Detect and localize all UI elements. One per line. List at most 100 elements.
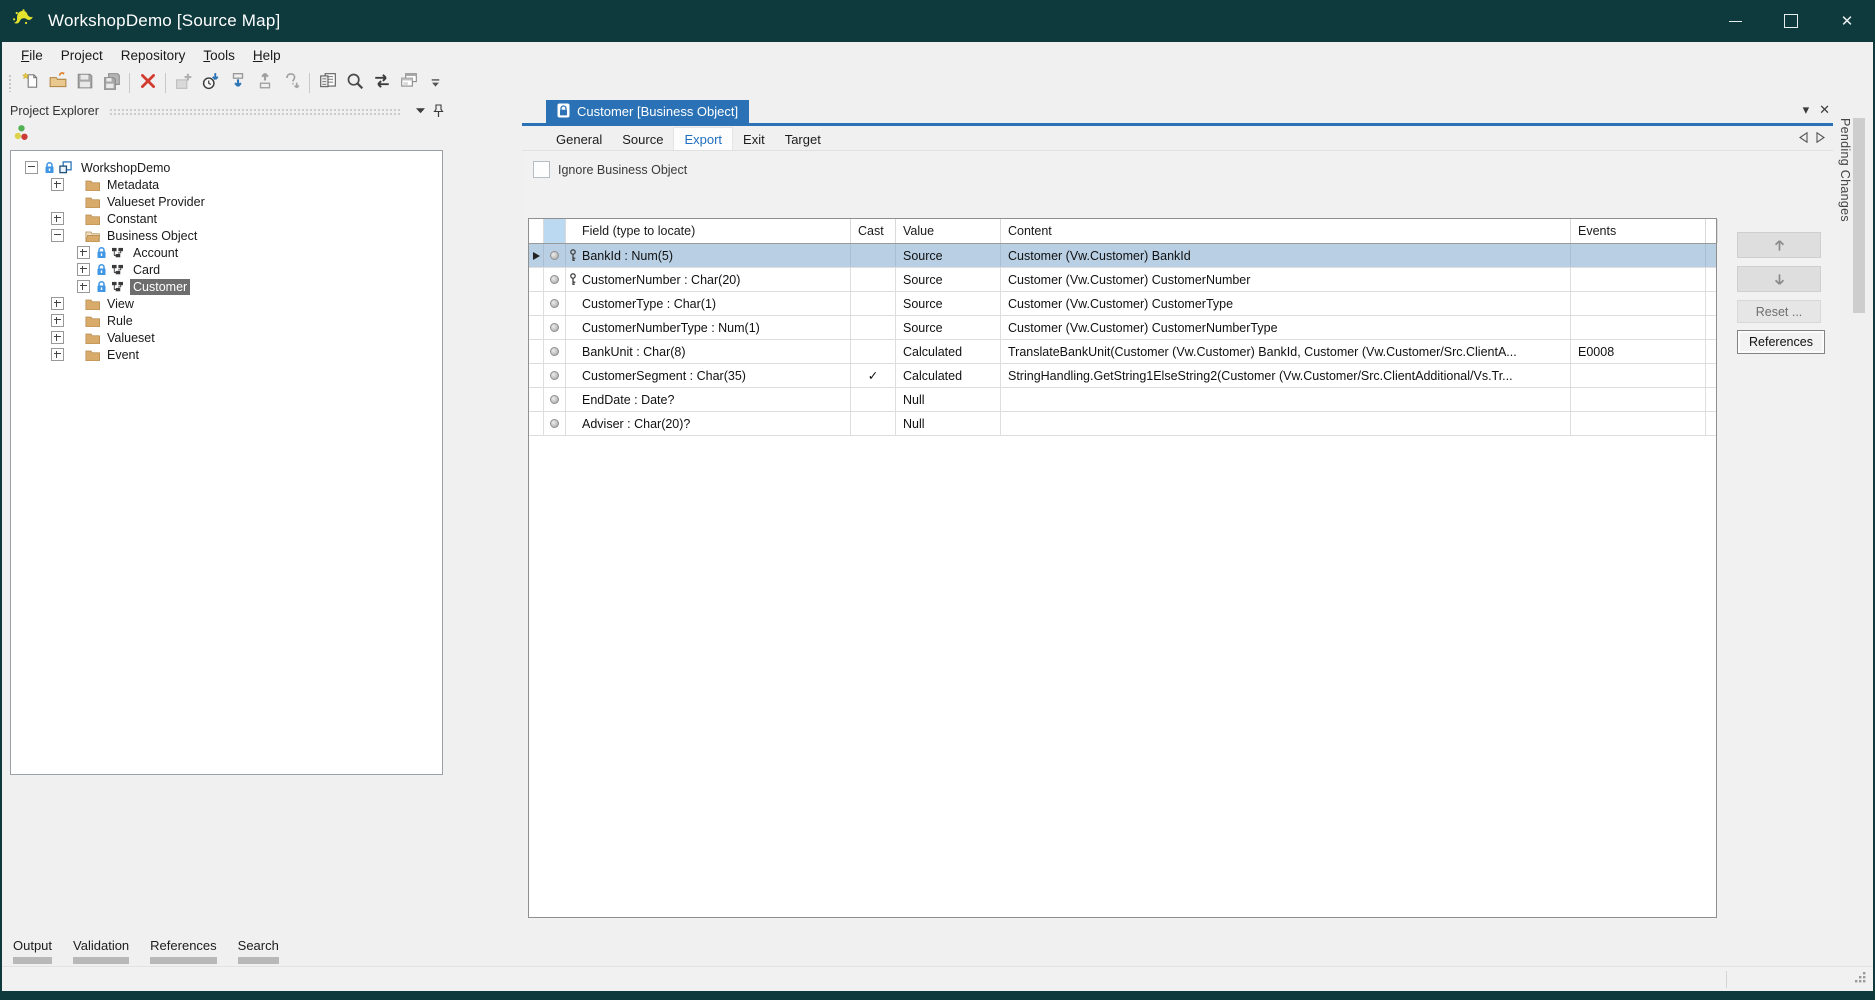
content-cell[interactable]: Customer (Vw.Customer) CustomerType	[1001, 292, 1571, 315]
column-header-cast[interactable]: Cast	[851, 219, 896, 243]
events-cell[interactable]: E0008	[1571, 340, 1706, 363]
value-cell[interactable]: Source	[896, 292, 1001, 315]
cast-cell[interactable]	[851, 316, 896, 339]
bottom-tab-output[interactable]: Output	[13, 938, 52, 964]
events-cell[interactable]	[1571, 244, 1706, 267]
delete-button[interactable]	[134, 71, 161, 96]
field-cell[interactable]: CustomerNumber : Char(20)	[566, 268, 851, 291]
column-header-events[interactable]: Events	[1571, 219, 1706, 243]
grid-row[interactable]: CustomerNumber : Char(20) SourceCustomer …	[529, 268, 1716, 292]
cast-cell[interactable]	[851, 340, 896, 363]
events-cell[interactable]	[1571, 268, 1706, 291]
events-cell[interactable]	[1571, 412, 1706, 435]
ignore-business-object-checkbox[interactable]	[533, 161, 550, 178]
panel-menu-button[interactable]	[411, 101, 429, 121]
grid-row[interactable]: EndDate : Date? Null	[529, 388, 1716, 412]
reset-button[interactable]: Reset ...	[1737, 300, 1821, 323]
tab-list-button[interactable]: ▾	[1803, 102, 1810, 118]
save-button[interactable]	[71, 71, 98, 96]
tree-item-metadata[interactable]: Metadata	[11, 176, 442, 193]
tree-expander-plus[interactable]	[77, 280, 90, 293]
vertical-scrollbar[interactable]	[1852, 100, 1866, 920]
checkin-clock-button[interactable]	[197, 71, 224, 96]
properties-button[interactable]	[314, 71, 341, 96]
value-cell[interactable]: Source	[896, 244, 1001, 267]
move-up-button[interactable]	[1737, 232, 1821, 258]
grid-row[interactable]: Adviser : Char(20)? Null	[529, 412, 1716, 436]
checkin-up-button[interactable]	[251, 71, 278, 96]
menu-project[interactable]: Project	[52, 45, 112, 66]
tree-item-rule[interactable]: Rule	[11, 312, 442, 329]
content-cell[interactable]: Customer (Vw.Customer) CustomerNumber	[1001, 268, 1571, 291]
cast-cell[interactable]	[851, 412, 896, 435]
close-button[interactable]: ✕	[1819, 0, 1875, 42]
field-cell[interactable]: Adviser : Char(20)?	[566, 412, 851, 435]
tree-item-event[interactable]: Event	[11, 346, 442, 363]
value-cell[interactable]: Null	[896, 388, 1001, 411]
undo-checkout-button[interactable]	[278, 71, 305, 96]
menu-help[interactable]: Help	[244, 45, 290, 66]
content-cell[interactable]: TranslateBankUnit(Customer (Vw.Customer)…	[1001, 340, 1571, 363]
tree-expander-plus[interactable]	[51, 178, 64, 191]
tree-expander-plus[interactable]	[77, 246, 90, 259]
column-header-blank[interactable]	[1706, 219, 1718, 243]
menu-tools[interactable]: Tools	[194, 45, 244, 66]
references-button[interactable]: References	[1737, 330, 1825, 354]
field-cell[interactable]: BankUnit : Char(8)	[566, 340, 851, 363]
maximize-button[interactable]	[1763, 0, 1819, 42]
content-cell[interactable]: Customer (Vw.Customer) CustomerNumberTyp…	[1001, 316, 1571, 339]
panel-drag-grip[interactable]	[109, 108, 401, 117]
add-item-button[interactable]	[170, 71, 197, 96]
grid-row[interactable]: BankId : Num(5)SourceCustomer (Vw.Custom…	[529, 244, 1716, 268]
tab-source[interactable]: Source	[612, 128, 673, 150]
tree-item-workshopdemo[interactable]: WorkshopDemo	[11, 159, 442, 176]
value-cell[interactable]: Source	[896, 316, 1001, 339]
save-all-button[interactable]	[98, 71, 125, 96]
events-cell[interactable]	[1571, 364, 1706, 387]
tree-item-constant[interactable]: Constant	[11, 210, 442, 227]
tab-target[interactable]: Target	[775, 128, 831, 150]
tab-general[interactable]: General	[546, 128, 612, 150]
content-cell[interactable]	[1001, 388, 1571, 411]
tree-expander-plus[interactable]	[51, 314, 64, 327]
events-cell[interactable]	[1571, 388, 1706, 411]
bottom-tab-validation[interactable]: Validation	[73, 938, 129, 964]
events-cell[interactable]	[1571, 316, 1706, 339]
bottom-tab-search[interactable]: Search	[238, 938, 279, 964]
tree-item-account[interactable]: Account	[11, 244, 442, 261]
grid-row[interactable]: CustomerNumberType : Num(1)SourceCustome…	[529, 316, 1716, 340]
column-header-value[interactable]: Value	[896, 219, 1001, 243]
open-folder-button[interactable]	[44, 71, 71, 96]
subtab-scroll-right-button[interactable]	[1816, 130, 1825, 148]
compare-button[interactable]	[368, 71, 395, 96]
cast-cell[interactable]	[851, 244, 896, 267]
cast-cell[interactable]: ✓	[851, 364, 896, 387]
field-cell[interactable]: EndDate : Date?	[566, 388, 851, 411]
toolbar-overflow-button[interactable]	[422, 71, 449, 96]
cast-cell[interactable]	[851, 268, 896, 291]
document-tab-customer[interactable]: Customer [Business Object]	[546, 100, 749, 123]
scrollbar-thumb[interactable]	[1853, 118, 1865, 313]
subtab-scroll-left-button[interactable]	[1799, 130, 1808, 148]
cast-cell[interactable]	[851, 388, 896, 411]
tree-item-valueset-provider[interactable]: Valueset Provider	[11, 193, 442, 210]
content-cell[interactable]: Customer (Vw.Customer) BankId	[1001, 244, 1571, 267]
value-cell[interactable]: Calculated	[896, 340, 1001, 363]
grid-row[interactable]: CustomerSegment : Char(35)✓CalculatedStr…	[529, 364, 1716, 388]
get-latest-button[interactable]	[224, 71, 251, 96]
column-header-field-type-to-locate[interactable]: Field (type to locate)	[566, 219, 851, 243]
value-cell[interactable]: Source	[896, 268, 1001, 291]
tree-expander-plus[interactable]	[77, 263, 90, 276]
events-cell[interactable]	[1571, 292, 1706, 315]
close-document-button[interactable]: ✕	[1819, 102, 1830, 118]
value-cell[interactable]: Null	[896, 412, 1001, 435]
tree-expander-minus[interactable]	[25, 161, 38, 174]
window-list-button[interactable]	[395, 71, 422, 96]
cast-cell[interactable]	[851, 292, 896, 315]
move-down-button[interactable]	[1737, 266, 1821, 292]
minimize-button[interactable]	[1707, 0, 1763, 42]
status-lights-icon[interactable]	[14, 124, 29, 146]
tab-export[interactable]: Export	[673, 127, 733, 150]
grid-row[interactable]: CustomerType : Char(1)SourceCustomer (Vw…	[529, 292, 1716, 316]
tree-expander-minus[interactable]	[51, 229, 64, 242]
